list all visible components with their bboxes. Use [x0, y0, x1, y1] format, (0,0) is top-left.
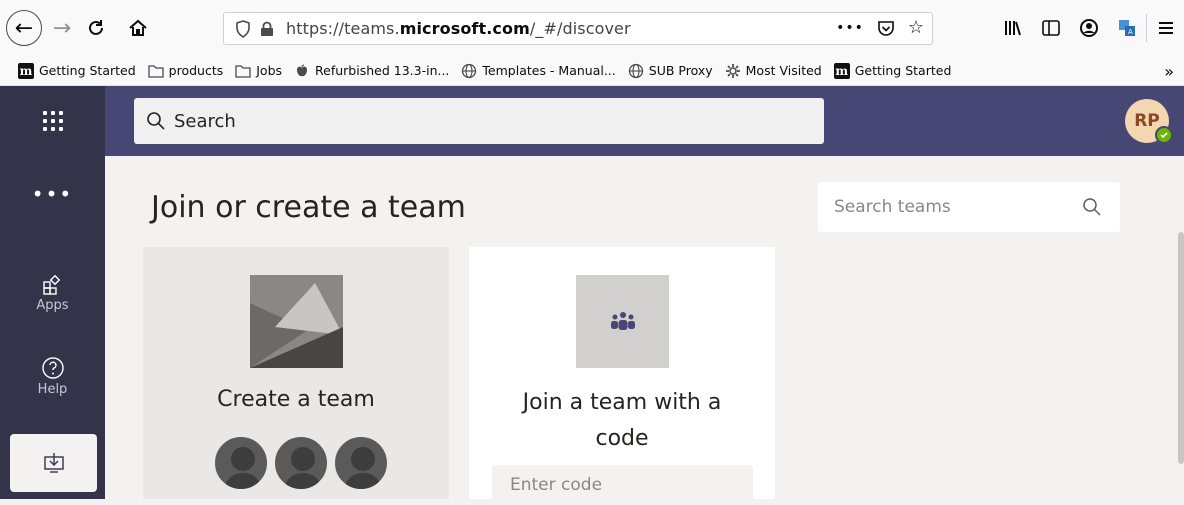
join-team-card[interactable]: Join a team with a code: [469, 247, 775, 505]
url-text[interactable]: https://teams.microsoft.com/_#/discover: [286, 19, 631, 38]
download-app-button[interactable]: [10, 434, 97, 492]
search-teams-box[interactable]: [818, 182, 1120, 232]
bookmark-getting-started-2[interactable]: m Getting Started: [833, 62, 952, 79]
join-team-image: [576, 275, 669, 368]
rail-item-help[interactable]: Help: [0, 356, 105, 397]
bookmark-refurbished[interactable]: Refurbished 13.3-in...: [294, 63, 449, 79]
bookmark-jobs[interactable]: Jobs: [235, 63, 282, 79]
search-label: Search: [174, 110, 236, 132]
url-path: /_#/discover: [529, 19, 631, 38]
rail-label-apps: Apps: [36, 298, 69, 313]
apps-icon: [42, 274, 60, 295]
create-team-card[interactable]: Create a team: [143, 247, 449, 499]
menu-icon[interactable]: [1146, 14, 1184, 42]
bookmarks-overflow-icon[interactable]: »: [1164, 62, 1174, 81]
bookmark-label: Templates - Manual...: [482, 63, 616, 78]
shield-icon[interactable]: [232, 18, 254, 40]
rail-label-help: Help: [37, 382, 68, 397]
bookmark-label: Getting Started: [39, 63, 136, 78]
teams-people-icon: [610, 311, 635, 330]
waffle-icon: [42, 111, 63, 131]
join-code-input[interactable]: [492, 465, 753, 505]
home-icon: [129, 19, 147, 36]
bookmarks-bar: m Getting Started products Jobs Refurbis…: [0, 56, 1184, 86]
browser-toolbar: ← → https://teams.microsoft.com/_#/disco…: [0, 0, 1184, 56]
person-silhouette-icon: [213, 435, 269, 491]
member-avatars: [213, 435, 389, 491]
pocket-icon[interactable]: [876, 18, 896, 38]
search-teams-input[interactable]: [834, 197, 1074, 217]
create-team-title: Create a team: [217, 387, 375, 412]
svg-text:A: A: [1128, 28, 1133, 36]
sidebar-icon[interactable]: [1032, 14, 1070, 42]
create-team-image-icon: [250, 275, 343, 368]
bookmark-label: Refurbished 13.3-in...: [315, 63, 450, 78]
m-logo-icon: m: [18, 62, 34, 79]
join-team-title-text: Join a team with a code: [522, 390, 722, 451]
back-arrow-icon: ←: [14, 15, 34, 41]
back-button[interactable]: ←: [6, 10, 42, 46]
person-silhouette-icon: [333, 435, 389, 491]
globe-icon: [461, 63, 477, 79]
bookmark-templates[interactable]: Templates - Manual...: [461, 63, 616, 79]
apple-icon: [294, 63, 310, 79]
translate-extension-icon[interactable]: A: [1108, 14, 1146, 42]
folder-icon: [148, 63, 164, 79]
forward-arrow-icon: →: [52, 15, 72, 41]
page-title: Join or create a team: [151, 190, 466, 225]
more-apps-button[interactable]: •••: [0, 182, 105, 206]
bookmark-label: SUB Proxy: [648, 63, 713, 78]
account-icon[interactable]: [1070, 14, 1108, 42]
app-launcher-button[interactable]: [0, 86, 105, 156]
help-icon: [41, 357, 64, 379]
discover-page: Join or create a team Create a team: [105, 156, 1184, 505]
bookmark-most-visited[interactable]: Most Visited: [725, 63, 822, 79]
left-rail: ••• Apps Help: [0, 156, 105, 499]
lock-icon[interactable]: [256, 18, 278, 40]
bookmark-star-icon[interactable]: ☆: [908, 17, 924, 38]
page-scrollbar[interactable]: [1178, 232, 1184, 464]
gear-icon: [725, 63, 741, 79]
global-search-box[interactable]: Search: [134, 98, 824, 144]
search-icon: [147, 112, 165, 130]
url-bar[interactable]: https://teams.microsoft.com/_#/discover …: [223, 12, 933, 45]
bookmark-label: Getting Started: [854, 63, 952, 78]
rail-item-apps[interactable]: Apps: [0, 274, 105, 313]
forward-button[interactable]: →: [48, 14, 76, 42]
person-silhouette-icon: [273, 435, 329, 491]
m-logo-icon: m: [833, 62, 850, 79]
page-actions-button[interactable]: •••: [836, 20, 864, 36]
bookmark-label: products: [168, 63, 224, 78]
join-team-title: Join a team with a code: [469, 385, 775, 457]
bookmark-label: Most Visited: [745, 63, 822, 78]
url-domain: microsoft.com: [399, 19, 530, 38]
bookmark-getting-started[interactable]: m Getting Started: [18, 62, 136, 79]
download-icon: [43, 453, 64, 473]
reload-button[interactable]: [82, 14, 110, 42]
library-icon[interactable]: [994, 14, 1032, 42]
teams-header: Search RP: [0, 86, 1184, 156]
bookmark-label: Jobs: [256, 63, 283, 78]
reload-icon: [89, 20, 103, 35]
home-button[interactable]: [124, 14, 152, 42]
bookmark-sub-proxy[interactable]: SUB Proxy: [628, 63, 713, 79]
bookmark-products[interactable]: products: [148, 63, 224, 79]
avatar-initials: RP: [1134, 111, 1160, 131]
url-prefix: https://teams.: [286, 19, 400, 38]
globe-icon: [628, 63, 644, 79]
presence-available-icon: [1155, 126, 1173, 144]
folder-icon: [235, 63, 251, 79]
search-icon[interactable]: [1082, 197, 1102, 217]
